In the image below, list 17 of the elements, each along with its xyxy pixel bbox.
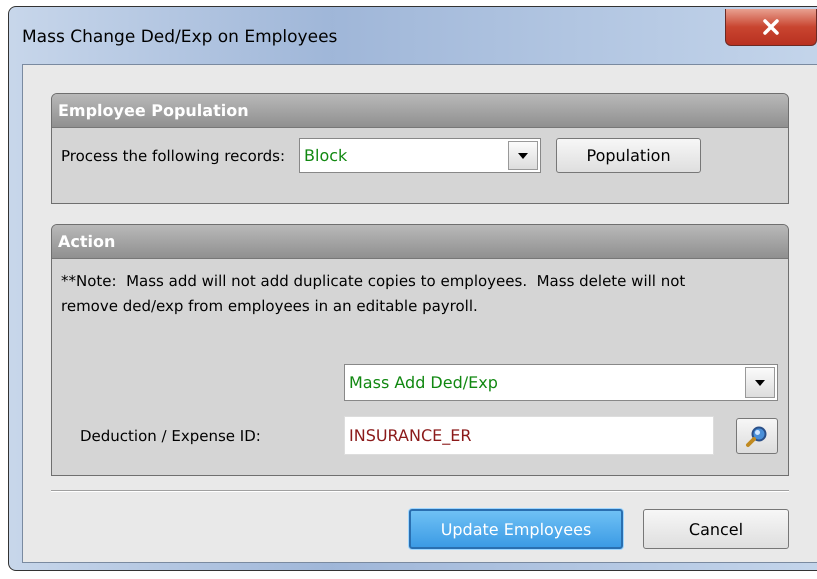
search-icon [745, 424, 769, 448]
population-button[interactable]: Population [556, 138, 702, 173]
note-text: **Note: Mass add will not add duplicate copies to employees. Mass delete will not remove ded/exp from employees in an editable payroll. [61, 271, 686, 317]
close-icon [761, 19, 781, 35]
group-title: Action [52, 225, 788, 259]
window-title: Mass Change Ded/Exp on Employees [22, 27, 338, 47]
search-button[interactable] [736, 418, 778, 454]
id-input-field[interactable]: INSURANCE_ER [344, 416, 714, 455]
action-dropdown[interactable]: Mass Add Ded/Exp [344, 364, 778, 401]
records-label: Process the following records: [61, 146, 286, 164]
close-button[interactable] [725, 9, 817, 46]
id-label: Deduction / Expense ID: [80, 426, 262, 444]
group-title: Employee Population [52, 94, 788, 128]
dropdown-value: Mass Add Ded/Exp [348, 373, 498, 392]
records-dropdown[interactable]: Block [299, 138, 542, 173]
cancel-button[interactable]: Cancel [643, 509, 789, 549]
dropdown-value: Block [303, 146, 348, 165]
